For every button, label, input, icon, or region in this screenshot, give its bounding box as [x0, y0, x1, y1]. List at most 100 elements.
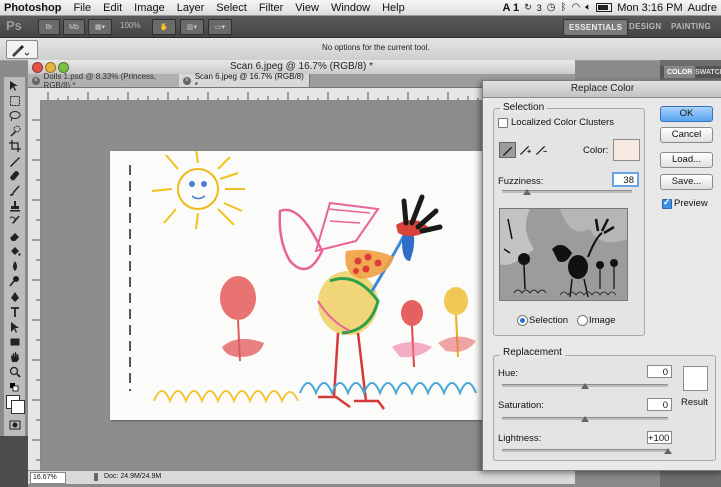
result-color-swatch[interactable] [683, 366, 708, 391]
menu-help[interactable]: Help [376, 2, 411, 14]
eyedropper-plus-icon[interactable] [517, 142, 532, 156]
path-selection-tool-icon[interactable] [7, 320, 22, 333]
preview-checkbox[interactable] [662, 197, 672, 209]
tab-label: Dolls 1.psd @ 8.33% (Princess, RGB/8) * [43, 71, 157, 90]
lightness-slider-thumb[interactable] [664, 448, 672, 454]
background-color-swatch[interactable] [11, 400, 25, 414]
workspace-painting[interactable]: PAINTING [666, 19, 716, 34]
selection-radio-label[interactable]: Selection [529, 315, 568, 326]
quick-mask-icon[interactable] [7, 418, 22, 431]
load-button[interactable]: Load... [660, 152, 713, 168]
tab-scan6[interactable]: × Scan 6.jpeg @ 16.7% (RGB/8) * [179, 72, 310, 90]
bluetooth-icon[interactable]: ᛒ [560, 2, 566, 13]
eraser-tool-icon[interactable] [7, 229, 22, 242]
localized-clusters-checkbox[interactable] [498, 118, 508, 128]
launch-bridge-button[interactable]: Br [38, 19, 60, 35]
ok-button[interactable]: OK [660, 106, 713, 122]
view-extras-button[interactable]: ▦▾ [88, 19, 112, 35]
hand-tool-icon[interactable] [7, 350, 22, 363]
volume-icon[interactable]: 🔈︎ [585, 2, 591, 13]
crop-tool-icon[interactable] [7, 139, 22, 152]
fuzziness-slider-track[interactable] [502, 190, 632, 193]
lightness-slider-track[interactable] [502, 449, 668, 452]
tool-preset-picker[interactable] [6, 40, 38, 59]
menu-view[interactable]: View [289, 2, 325, 14]
healing-brush-tool-icon[interactable] [7, 169, 22, 182]
zoom-field[interactable]: 16.67% [30, 472, 66, 484]
tab-dolls[interactable]: × Dolls 1.psd @ 8.33% (Princess, RGB/8) * [28, 71, 187, 90]
paint-bucket-tool-icon[interactable] [7, 244, 22, 257]
saturation-input[interactable]: 0 [647, 398, 672, 411]
default-colors-icon[interactable] [7, 381, 22, 394]
status-bar: 16.67% Doc: 24.9M/24.9M [28, 470, 575, 484]
image-radio[interactable] [577, 315, 588, 326]
wifi-icon[interactable]: ◠ [571, 2, 580, 13]
selection-radio[interactable] [517, 315, 528, 326]
status-menu-icon[interactable] [94, 473, 104, 481]
image-radio-label[interactable]: Image [589, 315, 615, 326]
badge-count: 3 [536, 2, 542, 13]
cancel-button[interactable]: Cancel [660, 127, 713, 143]
menu-extras: A 1 ↻ 3 ◷ ᛒ ◠ 🔈︎ Mon 3:16 PM Audre [502, 0, 717, 15]
menu-window[interactable]: Window [325, 2, 376, 14]
workspace-design[interactable]: DESIGN [624, 19, 666, 34]
lightness-input[interactable]: +100 [647, 431, 672, 444]
hue-input[interactable]: 0 [647, 365, 672, 378]
selection-color-swatch[interactable] [613, 139, 640, 161]
clock[interactable]: Mon 3:16 PM [617, 2, 682, 14]
zoom-tool-icon[interactable] [7, 365, 22, 378]
clone-stamp-tool-icon[interactable] [7, 199, 22, 212]
panel-tab-swatches[interactable]: SWATCH [692, 66, 721, 78]
move-tool-icon[interactable] [7, 79, 22, 92]
brush-tool-icon[interactable] [7, 184, 22, 197]
document-image[interactable] [110, 151, 482, 420]
hand-tool-button[interactable]: ✋ [152, 19, 176, 35]
children-drawing-artwork [129, 151, 477, 410]
menu-select[interactable]: Select [210, 2, 253, 14]
fuzziness-input[interactable]: 38 [612, 172, 639, 187]
zoom-level-menu[interactable]: 100% [120, 21, 140, 30]
doc-size[interactable]: Doc: 24.9M/24.9M [104, 473, 161, 480]
hue-slider-thumb[interactable] [581, 383, 589, 389]
history-brush-tool-icon[interactable] [7, 214, 22, 227]
battery-icon[interactable] [596, 3, 613, 12]
arrange-documents-button[interactable]: ▥▾ [180, 19, 204, 35]
launch-minibridge-button[interactable]: Mb [63, 19, 85, 35]
quick-selection-tool-icon[interactable] [7, 124, 22, 137]
menu-filter[interactable]: Filter [253, 2, 289, 14]
panel-tab-color[interactable]: COLOR [664, 66, 696, 78]
activity-icon[interactable]: ↻ [524, 2, 532, 13]
menu-app-name[interactable]: Photoshop [0, 2, 67, 14]
menu-layer[interactable]: Layer [171, 2, 211, 14]
menu-file[interactable]: File [67, 2, 97, 14]
type-tool-icon[interactable] [7, 305, 22, 318]
lasso-tool-icon[interactable] [7, 109, 22, 122]
user-name[interactable]: Audre [688, 2, 717, 14]
dodge-tool-icon[interactable] [7, 274, 22, 287]
vertical-ruler[interactable] [28, 100, 41, 470]
save-button[interactable]: Save... [660, 174, 713, 190]
fuzziness-slider-thumb[interactable] [522, 189, 531, 195]
dock-strip [0, 436, 28, 487]
saturation-slider-thumb[interactable] [581, 416, 589, 422]
selection-preview[interactable] [499, 208, 628, 301]
eyedropper-icon[interactable] [499, 142, 516, 158]
eyedropper-tool-icon[interactable] [7, 154, 22, 167]
localized-clusters-label[interactable]: Localized Color Clusters [511, 117, 614, 128]
close-tab-icon[interactable]: × [183, 76, 191, 85]
blur-tool-icon[interactable] [7, 259, 22, 272]
dialog-title[interactable]: Replace Color [483, 81, 721, 98]
close-tab-icon[interactable]: × [32, 76, 40, 85]
screen-mode-button[interactable]: ▭▾ [208, 19, 232, 35]
menu-image[interactable]: Image [128, 2, 171, 14]
eyedropper-minus-icon[interactable] [533, 142, 548, 156]
marquee-tool-icon[interactable] [7, 94, 22, 107]
input-source-indicator[interactable]: A 1 [502, 2, 519, 14]
time-machine-icon[interactable]: ◷ [547, 2, 556, 13]
result-label: Result [681, 397, 708, 408]
rectangle-tool-icon[interactable] [7, 335, 22, 348]
menu-edit[interactable]: Edit [97, 2, 128, 14]
preview-label[interactable]: Preview [674, 198, 708, 209]
pen-tool-icon[interactable] [7, 290, 22, 303]
workspace-essentials[interactable]: ESSENTIALS [563, 19, 629, 36]
